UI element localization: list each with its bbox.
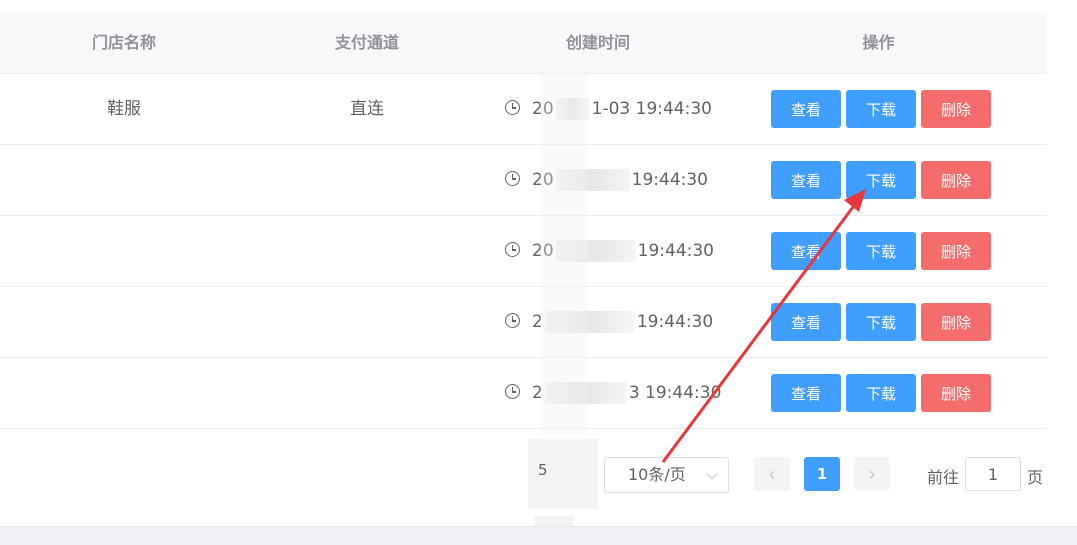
page-unit-label: 页 xyxy=(1027,468,1044,487)
pagination-total: 5 xyxy=(538,461,548,479)
download-button[interactable]: 下载 xyxy=(846,232,916,270)
pay-channel-cell xyxy=(248,145,486,215)
pay-channel-cell xyxy=(248,287,486,357)
page-number-current[interactable]: 1 xyxy=(804,457,840,491)
download-button[interactable]: 下载 xyxy=(846,303,916,341)
bottom-bar xyxy=(0,526,1077,545)
time-suffix: 19:44:30 xyxy=(631,170,708,190)
page-size-select[interactable]: 10条/页 xyxy=(604,457,729,493)
download-button[interactable]: 下载 xyxy=(846,374,916,412)
header-store-name: 门店名称 xyxy=(91,33,156,52)
chevron-down-icon xyxy=(706,468,718,480)
page-size-value: 10条/页 xyxy=(628,465,686,484)
pagination: 5 10条/页 ‹ 1 › 前往 页 xyxy=(0,431,1047,516)
delete-button[interactable]: 删除 xyxy=(921,161,991,199)
view-button[interactable]: 查看 xyxy=(771,303,841,341)
created-time-cell: 20 19:44:30 xyxy=(505,216,714,286)
clock-icon xyxy=(505,313,520,328)
time-suffix: 19:44:30 xyxy=(636,312,714,332)
clock-icon xyxy=(505,242,520,257)
goto-page-input[interactable] xyxy=(965,457,1021,491)
store-name-cell xyxy=(0,145,248,215)
chevron-left-icon: ‹ xyxy=(769,464,775,484)
view-button[interactable]: 查看 xyxy=(771,374,841,412)
delete-button[interactable]: 删除 xyxy=(921,232,991,270)
right-gutter xyxy=(1047,0,1077,526)
time-suffix: 19:44:30 xyxy=(637,241,714,261)
created-time-cell: 20 19:44:30 xyxy=(505,145,708,215)
time-suffix: 1-03 19:44:30 xyxy=(591,99,712,119)
delete-button[interactable]: 删除 xyxy=(921,90,991,128)
view-button[interactable]: 查看 xyxy=(771,232,841,270)
redaction-mask xyxy=(540,74,588,434)
chevron-right-icon: › xyxy=(869,464,875,484)
store-name-cell xyxy=(0,358,248,428)
header-created-time: 创建时间 xyxy=(565,33,630,52)
clock-icon xyxy=(505,100,520,115)
time-suffix: 3 19:44:30 xyxy=(628,383,722,403)
download-button[interactable]: 下载 xyxy=(846,90,916,128)
view-button[interactable]: 查看 xyxy=(771,90,841,128)
delete-button[interactable]: 删除 xyxy=(921,303,991,341)
download-button[interactable]: 下载 xyxy=(846,161,916,199)
header-actions: 操作 xyxy=(862,33,895,52)
table-row: 23 19:44:30 查看 下载 删除 xyxy=(0,358,1050,429)
created-time-cell: 2 19:44:30 xyxy=(505,287,713,357)
clock-icon xyxy=(505,384,520,399)
header-pay-channel: 支付通道 xyxy=(334,33,399,52)
goto-label: 前往 xyxy=(927,468,960,487)
pay-channel-cell xyxy=(248,216,486,286)
pay-channel-cell: 直连 xyxy=(350,99,384,119)
created-time-cell: 23 19:44:30 xyxy=(505,358,721,428)
pay-channel-cell xyxy=(248,358,486,428)
clock-icon xyxy=(505,171,520,186)
table-row: 鞋服 直连 20 1-03 19:44:30 查看 下载 删除 xyxy=(0,74,1050,145)
view-button[interactable]: 查看 xyxy=(771,161,841,199)
table-row: 2 19:44:30 查看 下载 删除 xyxy=(0,287,1050,358)
created-time-cell: 20 1-03 19:44:30 xyxy=(505,74,712,144)
table-header: 门店名称 支付通道 创建时间 操作 xyxy=(0,13,1047,74)
next-page-button[interactable]: › xyxy=(854,457,890,491)
table-row: 20 19:44:30 查看 下载 删除 xyxy=(0,216,1050,287)
delete-button[interactable]: 删除 xyxy=(921,374,991,412)
store-name-cell xyxy=(0,287,248,357)
prev-page-button[interactable]: ‹ xyxy=(754,457,790,491)
table-row: 20 19:44:30 查看 下载 删除 xyxy=(0,145,1050,216)
store-name-cell xyxy=(0,216,248,286)
table-panel: 门店名称 支付通道 创建时间 操作 鞋服 直连 20 1-03 19:44:30 … xyxy=(0,0,1050,544)
store-name-cell: 鞋服 xyxy=(107,99,141,119)
